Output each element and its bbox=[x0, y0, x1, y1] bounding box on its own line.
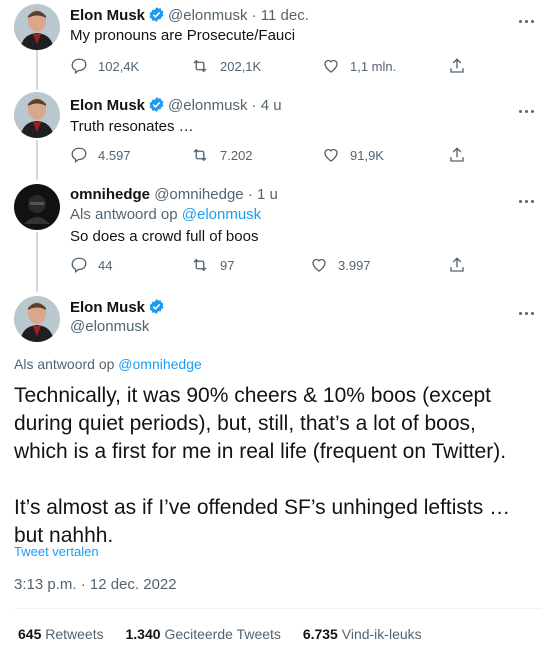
reply-icon bbox=[71, 58, 87, 75]
author-name[interactable]: Elon Musk bbox=[70, 299, 145, 316]
share-button[interactable] bbox=[448, 56, 476, 76]
avatar[interactable] bbox=[14, 296, 60, 342]
reply-count: 44 bbox=[98, 257, 113, 273]
reply-prefix: Als antwoord op bbox=[14, 356, 115, 372]
retweets-stat[interactable]: 645 Retweets bbox=[18, 626, 104, 642]
tweet-text: My pronouns are Prosecute/Fauci bbox=[70, 27, 296, 44]
tweet-text: Truth resonates … bbox=[70, 118, 194, 135]
like-count: 91,9K bbox=[350, 147, 384, 163]
more-options-icon[interactable] bbox=[519, 10, 539, 24]
retweet-icon bbox=[193, 59, 207, 73]
main-tweet: Elon Musk @elonmusk Als antwoord op @omn… bbox=[0, 292, 555, 646]
retweet-button[interactable]: 202,1K bbox=[190, 56, 261, 76]
retweet-count: 202,1K bbox=[220, 58, 262, 74]
tweet-time[interactable]: · 1 u bbox=[248, 186, 278, 203]
like-button[interactable]: 3.997 bbox=[310, 255, 371, 275]
avatar[interactable] bbox=[14, 184, 60, 230]
author-name[interactable]: Elon Musk bbox=[70, 7, 145, 24]
like-button[interactable]: 1,1 mln. bbox=[322, 56, 396, 76]
tweet-text-line: It’s almost as if I’ve offended SF’s unh… bbox=[14, 496, 511, 519]
main-tweet-text: Technically, it was 90% cheers & 10% boo… bbox=[14, 382, 539, 550]
thread-tweet[interactable]: Elon Musk @elonmusk · 4 u Truth resonates… bbox=[0, 92, 555, 182]
reply-count: 102,4K bbox=[98, 58, 140, 74]
tweet-text-line: Technically, it was 90% cheers & 10% boo… bbox=[14, 384, 492, 407]
retweet-button[interactable]: 97 bbox=[190, 255, 234, 275]
like-button[interactable]: 91,9K bbox=[322, 145, 384, 165]
heart-icon bbox=[324, 148, 338, 162]
tweet-time[interactable]: · 11 dec. bbox=[252, 7, 309, 24]
share-icon bbox=[450, 147, 464, 162]
tweet-stats: 645 Retweets 1.340 Geciteerde Tweets 6.7… bbox=[18, 626, 440, 642]
like-count: 1,1 mln. bbox=[350, 58, 397, 74]
tweet-actions: 44 97 3.997 bbox=[70, 255, 470, 275]
share-icon bbox=[450, 257, 464, 272]
retweet-count: 7.202 bbox=[220, 147, 253, 163]
author-handle[interactable]: @elonmusk bbox=[70, 318, 149, 335]
likes-stat[interactable]: 6.735 Vind-ik-leuks bbox=[303, 626, 422, 642]
reply-handle-link[interactable]: @elonmusk bbox=[182, 206, 261, 223]
more-options-icon[interactable] bbox=[519, 190, 539, 204]
reply-button[interactable]: 4.597 bbox=[70, 145, 131, 165]
reply-prefix: Als antwoord op bbox=[70, 206, 178, 223]
avatar[interactable] bbox=[14, 4, 60, 50]
share-button[interactable] bbox=[448, 145, 476, 165]
tweet-text: So does a crowd full of boos bbox=[70, 228, 259, 245]
timestamp[interactable]: 3:13 p.m. · 12 dec. 2022 bbox=[14, 576, 177, 593]
tweet-time[interactable]: · 4 u bbox=[252, 97, 282, 114]
thread-tweet[interactable]: Elon Musk @elonmusk · 11 dec. My pronouns… bbox=[0, 0, 555, 90]
share-button[interactable] bbox=[448, 255, 476, 275]
divider bbox=[14, 608, 541, 609]
quotes-stat[interactable]: 1.340 Geciteerde Tweets bbox=[126, 626, 281, 642]
verified-badge-icon bbox=[148, 298, 165, 319]
reply-icon bbox=[71, 147, 87, 164]
translate-link[interactable]: Tweet vertalen bbox=[14, 544, 99, 559]
reply-count: 4.597 bbox=[98, 147, 131, 163]
retweet-icon bbox=[193, 148, 207, 162]
author-handle[interactable]: @elonmusk bbox=[168, 97, 247, 114]
reply-handle-link[interactable]: @omnihedge bbox=[118, 356, 202, 372]
author-name[interactable]: Elon Musk bbox=[70, 97, 145, 114]
retweet-count: 97 bbox=[220, 257, 235, 273]
reply-context: Als antwoord op @elonmusk bbox=[70, 206, 261, 223]
tweet-text-line: during quiet periods), but, still, that’… bbox=[14, 412, 476, 435]
tweet-actions: 102,4K 202,1K 1,1 mln. bbox=[70, 56, 470, 76]
thread-tweet[interactable]: omnihedge @omnihedge · 1 u Als antwoord … bbox=[0, 182, 555, 287]
verified-badge-icon bbox=[148, 96, 165, 117]
reply-button[interactable]: 102,4K bbox=[70, 56, 139, 76]
retweet-button[interactable]: 7.202 bbox=[190, 145, 253, 165]
heart-icon bbox=[312, 258, 326, 272]
retweet-icon bbox=[193, 258, 207, 272]
tweet-text-line: which is a first for me in real life (fr… bbox=[14, 440, 507, 463]
reply-icon bbox=[71, 257, 87, 274]
heart-icon bbox=[324, 59, 338, 73]
avatar[interactable] bbox=[14, 92, 60, 138]
verified-badge-icon bbox=[148, 6, 165, 27]
more-options-icon[interactable] bbox=[519, 302, 539, 316]
more-options-icon[interactable] bbox=[519, 100, 539, 114]
tweet-actions: 4.597 7.202 91,9K bbox=[70, 145, 470, 165]
reply-context: Als antwoord op @omnihedge bbox=[14, 356, 202, 372]
author-name[interactable]: omnihedge bbox=[70, 186, 150, 203]
reply-button[interactable]: 44 bbox=[70, 255, 112, 275]
share-icon bbox=[450, 58, 464, 73]
author-handle[interactable]: @elonmusk bbox=[168, 7, 247, 24]
author-handle[interactable]: @omnihedge bbox=[154, 186, 243, 203]
like-count: 3.997 bbox=[338, 257, 371, 273]
